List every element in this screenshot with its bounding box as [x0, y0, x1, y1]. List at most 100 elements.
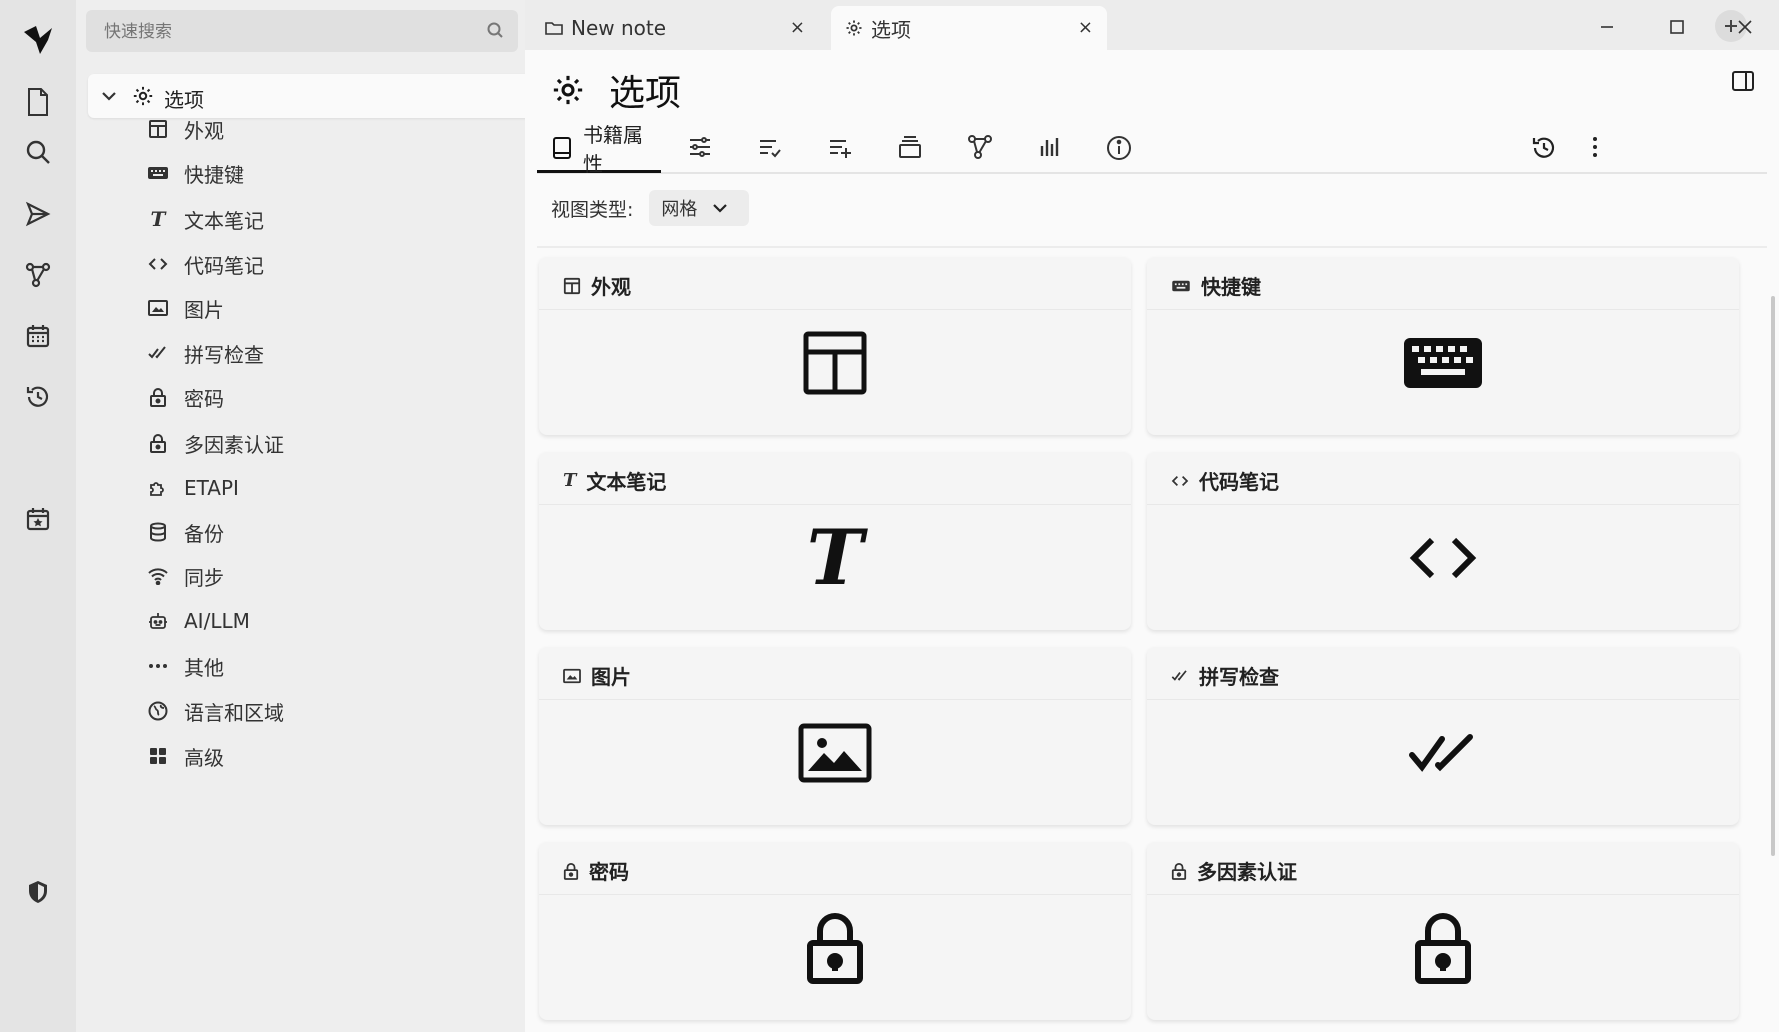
tree-item-label: 拼写检查	[184, 342, 264, 367]
window-close-icon[interactable]	[1730, 12, 1760, 42]
new-note-icon[interactable]	[22, 86, 54, 118]
list-check-icon[interactable]	[757, 134, 783, 160]
tree-item-label: 代码笔记	[184, 253, 264, 278]
search-icon[interactable]	[22, 136, 54, 168]
tree-item-advanced[interactable]: 高级	[144, 736, 544, 776]
grid-icon	[144, 742, 172, 770]
card-title: 文本笔记	[586, 470, 667, 494]
gear-icon	[845, 19, 863, 37]
tree-item-label: 备份	[184, 521, 224, 546]
tree-item-label: 高级	[184, 745, 224, 770]
view-type-select[interactable]: 网格	[649, 190, 750, 226]
maximize-icon[interactable]	[1662, 12, 1692, 42]
minimize-icon[interactable]	[1592, 12, 1622, 42]
lock-icon	[805, 911, 865, 985]
today-calendar-icon[interactable]	[22, 503, 54, 535]
scrollbar[interactable]	[1771, 296, 1775, 856]
card-title: 拼写检查	[1199, 665, 1279, 689]
globe-icon	[144, 697, 172, 725]
tab-book-properties[interactable]: 书籍属性	[537, 123, 661, 176]
view-type-label: 视图类型:	[551, 198, 634, 221]
tree-item-label: 其他	[184, 655, 224, 680]
tab-new-note[interactable]: New note ×	[539, 6, 819, 50]
card-password[interactable]: 密码	[539, 842, 1131, 1020]
quick-search-input[interactable]	[102, 19, 466, 45]
text-icon: T	[150, 207, 166, 231]
tree-item-code-notes[interactable]: 代码笔记	[144, 244, 544, 284]
launcher-bar	[0, 0, 76, 1032]
page-title[interactable]: 选项	[609, 64, 681, 116]
tree-item-text-notes[interactable]: T 文本笔记	[144, 199, 544, 239]
gear-icon	[551, 73, 585, 107]
note-map-icon[interactable]	[967, 134, 993, 160]
folder-icon	[545, 20, 563, 36]
chevron-down-icon	[711, 199, 729, 217]
calendar-icon[interactable]	[22, 320, 54, 352]
book-icon	[551, 136, 573, 160]
history-icon[interactable]	[1530, 134, 1558, 162]
more-vertical-icon[interactable]	[1591, 134, 1599, 160]
card-appearance[interactable]: 外观	[539, 257, 1131, 435]
tree-item-password[interactable]: 密码	[144, 377, 544, 417]
shield-icon[interactable]	[22, 876, 54, 908]
lock-icon	[1413, 911, 1473, 985]
tree-item-mfa[interactable]: 多因素认证	[144, 423, 544, 463]
history-icon[interactable]	[22, 381, 54, 413]
card-title: 代码笔记	[1199, 470, 1279, 494]
chevron-down-icon[interactable]	[100, 87, 118, 105]
card-mfa[interactable]: 多因素认证	[1147, 842, 1739, 1020]
card-text-notes[interactable]: T 文本笔记 T	[539, 452, 1131, 630]
tree-item-label: 多因素认证	[184, 432, 284, 457]
wifi-icon	[144, 562, 172, 590]
tree-item-backup[interactable]: 备份	[144, 512, 544, 552]
extension-icon	[144, 474, 172, 502]
tree-item-label: AI/LLM	[184, 609, 250, 633]
image-icon	[798, 723, 872, 783]
tree-item-images[interactable]: 图片	[144, 288, 544, 328]
tree-item-etapi[interactable]: ETAPI	[144, 468, 544, 508]
lock-icon	[1171, 862, 1187, 880]
keyboard-icon	[1403, 337, 1483, 389]
note-map-icon[interactable]	[22, 259, 54, 291]
layout-icon	[563, 277, 581, 295]
tune-icon[interactable]	[687, 134, 713, 160]
code-icon	[1408, 536, 1478, 580]
note-title-row: 选项	[551, 64, 681, 116]
tree-item-language-region[interactable]: 语言和区域	[144, 691, 544, 731]
card-title: 图片	[591, 665, 631, 689]
tree-item-other[interactable]: 其他	[144, 646, 544, 686]
app-logo[interactable]	[18, 18, 60, 60]
info-icon[interactable]	[1105, 134, 1133, 162]
quick-search	[86, 10, 518, 52]
check-double-icon	[1171, 669, 1189, 682]
keyboard-icon	[1171, 279, 1191, 293]
bar-chart-icon[interactable]	[1037, 134, 1063, 160]
card-shortcuts[interactable]: 快捷键	[1147, 257, 1739, 435]
tree-item-spellcheck[interactable]: 拼写检查	[144, 333, 544, 373]
view-type-value: 网格	[661, 199, 698, 220]
send-icon[interactable]	[22, 198, 54, 230]
toggle-right-pane-icon[interactable]	[1731, 70, 1755, 92]
check-double-icon	[144, 339, 172, 367]
note-tree-panel: 选项 外观 快捷键 T 文本笔记 代码笔记 图片 拼写检查 密码 多因素认证 E…	[76, 0, 582, 1032]
tree-item-label: 图片	[184, 297, 224, 322]
close-icon[interactable]: ×	[790, 17, 805, 38]
stack-icon[interactable]	[897, 134, 923, 160]
card-images[interactable]: 图片	[539, 647, 1131, 825]
ribbon-tabs: 书籍属性	[537, 123, 1767, 176]
card-spellcheck[interactable]: 拼写检查	[1147, 647, 1739, 825]
tree-item-appearance[interactable]: 外观	[144, 109, 544, 149]
lock-icon	[144, 429, 172, 457]
tab-bar: New note × 选项 ×	[525, 0, 1779, 50]
card-title: 快捷键	[1201, 275, 1261, 299]
tree-item-ai-llm[interactable]: AI/LLM	[144, 601, 544, 641]
code-icon	[144, 250, 172, 278]
search-icon[interactable]	[486, 21, 504, 39]
close-icon[interactable]: ×	[1078, 17, 1093, 38]
tree-item-label: 同步	[184, 565, 224, 590]
tree-item-shortcuts[interactable]: 快捷键	[144, 153, 544, 193]
tab-options[interactable]: 选项 ×	[831, 6, 1107, 50]
card-code-notes[interactable]: 代码笔记	[1147, 452, 1739, 630]
tree-item-sync[interactable]: 同步	[144, 556, 544, 596]
list-add-icon[interactable]	[827, 134, 853, 160]
